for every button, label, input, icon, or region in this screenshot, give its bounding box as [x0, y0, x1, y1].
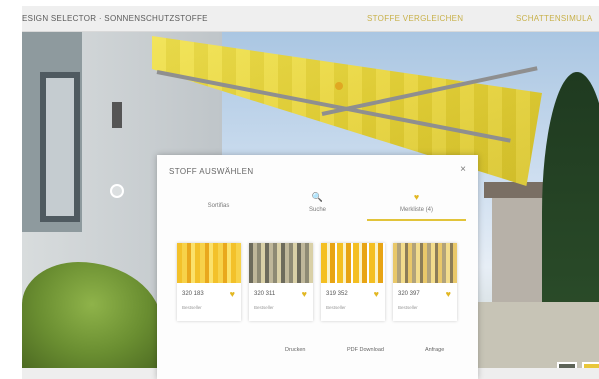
window-glass [46, 78, 74, 216]
tab-label: Sortifias [207, 203, 230, 209]
app-title: esign Selector · SONNENSCHUTZSTOFFE [22, 14, 208, 23]
fabric-select-dialog: STOFF AUSWÄHLEN × Sortifias 🔍 Suche ♥ Me… [157, 155, 478, 379]
fabric-subtitle: Bestseller [326, 305, 346, 310]
dialog-tabs: Sortifias 🔍 Suche ♥ Merkliste (4) [169, 189, 466, 221]
top-bar: esign Selector · SONNENSCHUTZSTOFFE STOF… [22, 6, 599, 32]
fabric-subtitle: Bestseller [398, 305, 418, 310]
fabric-swatch [321, 243, 385, 283]
nav-compare-fabrics[interactable]: STOFFE VERGLEICHEN [367, 14, 463, 23]
fabric-subtitle: Bestseller [182, 305, 202, 310]
fabric-code: 320 311 [254, 291, 276, 297]
fabric-card[interactable]: 320 311 ♥ Bestseller [249, 243, 313, 321]
tab-sortiment[interactable]: Sortifias [169, 189, 268, 221]
fabric-swatch [393, 243, 457, 283]
fabric-swatch [177, 243, 241, 283]
tab-label: Merkliste (4) [399, 207, 433, 213]
pdf-download-button[interactable]: PDF Download [347, 347, 384, 353]
fabric-code: 319 352 [326, 291, 348, 297]
dialog-actions: Drucken PDF Download Anfrage [157, 347, 478, 359]
fabric-card[interactable]: 319 352 ♥ Bestseller [321, 243, 385, 321]
fabric-swatch [249, 243, 313, 283]
heart-icon[interactable]: ♥ [446, 289, 451, 299]
fabric-code: 320 397 [398, 291, 420, 297]
tab-favorites[interactable]: ♥ Merkliste (4) [367, 189, 466, 221]
dialog-title: STOFF AUSWÄHLEN [169, 167, 254, 176]
close-icon[interactable]: × [460, 164, 466, 175]
heart-icon[interactable]: ♥ [230, 289, 235, 299]
heart-icon[interactable]: ♥ [374, 289, 379, 299]
print-button[interactable]: Drucken [285, 347, 305, 353]
wall-lamp [112, 102, 122, 128]
fabric-subtitle: Bestseller [254, 305, 274, 310]
heart-icon[interactable]: ♥ [302, 289, 307, 299]
search-icon: 🔍 [311, 192, 324, 202]
scene-hotspot[interactable] [110, 184, 124, 198]
awning-hotspot[interactable] [335, 82, 343, 90]
fabric-card-list: 320 183 ♥ Bestseller 320 311 ♥ Bestselle… [177, 243, 457, 323]
heart-icon: ♥ [413, 192, 420, 202]
tab-search[interactable]: 🔍 Suche [268, 189, 367, 221]
request-button[interactable]: Anfrage [425, 347, 444, 353]
fabric-card[interactable]: 320 183 ♥ Bestseller [177, 243, 241, 321]
tab-label: Suche [308, 207, 326, 213]
nav-shadow-simulation[interactable]: SCHATTENSIMULA [516, 14, 593, 23]
fabric-card[interactable]: 320 397 ♥ Bestseller [393, 243, 457, 321]
fabric-code: 320 183 [182, 291, 204, 297]
